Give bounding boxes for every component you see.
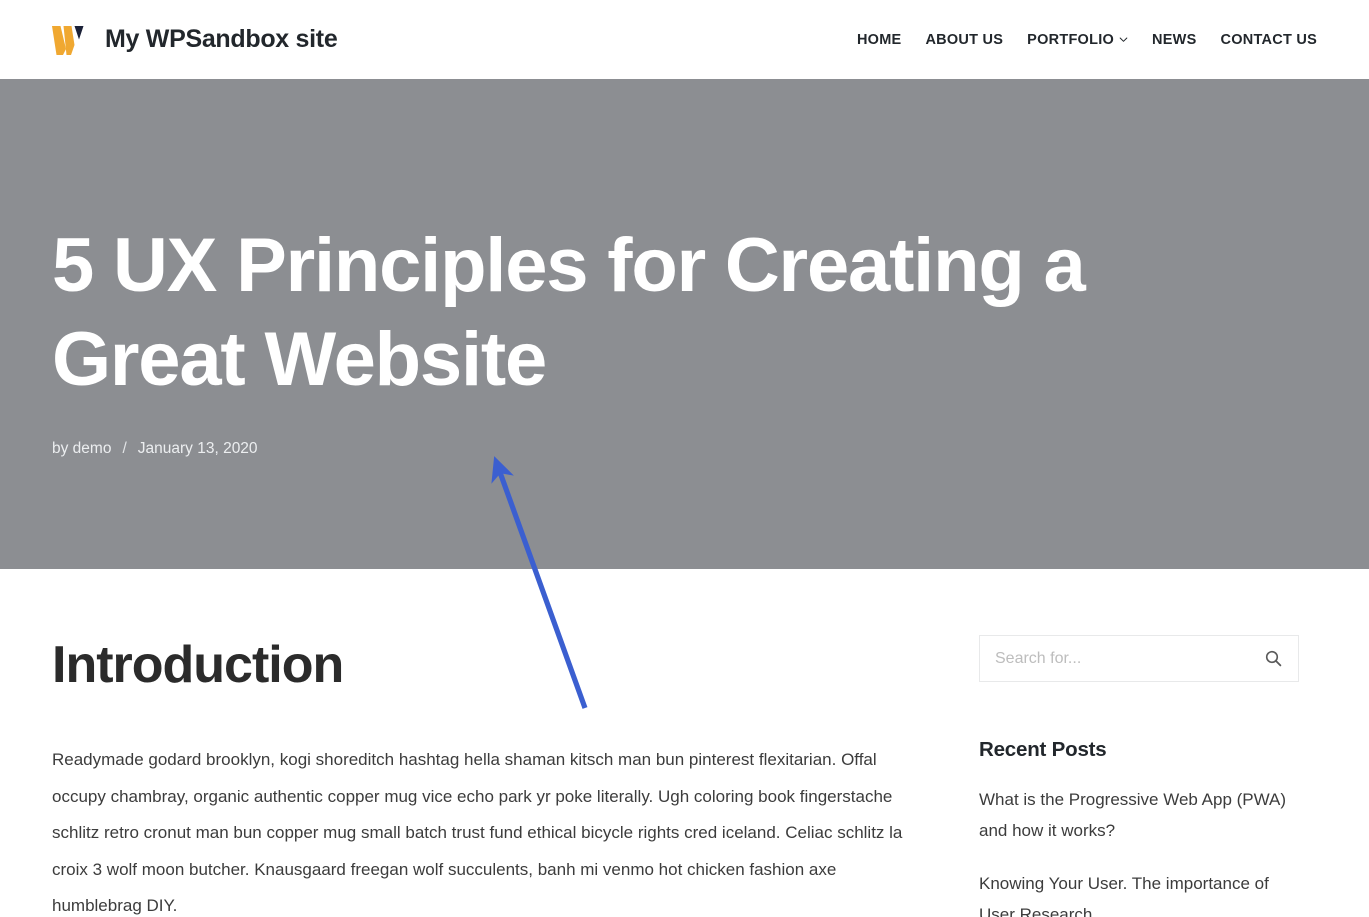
site-header: My WPSandbox site HOME ABOUT US PORTFOLI… bbox=[0, 0, 1369, 79]
search-form bbox=[979, 635, 1299, 682]
site-title: My WPSandbox site bbox=[105, 25, 338, 53]
nav-item-contact-us[interactable]: CONTACT US bbox=[1221, 32, 1317, 48]
site-branding-link[interactable]: My WPSandbox site bbox=[52, 25, 338, 55]
search-input[interactable] bbox=[980, 636, 1298, 681]
search-icon bbox=[1265, 650, 1281, 667]
nav-item-news-label: NEWS bbox=[1152, 31, 1197, 48]
article-heading: Introduction bbox=[52, 636, 344, 694]
main-navigation: HOME ABOUT US PORTFOLIO NEWS CONTACT US bbox=[857, 32, 1317, 48]
nav-item-portfolio-label: PORTFOLIO bbox=[1027, 31, 1115, 48]
hero-inner: 5 UX Principles for Creating a Great Web… bbox=[52, 219, 1317, 458]
recent-post-link-2[interactable]: Knowing Your User. The importance of Use… bbox=[979, 868, 1299, 917]
post-author[interactable]: by demo bbox=[52, 440, 111, 458]
post-meta-separator: / bbox=[122, 439, 127, 457]
nav-item-about-us[interactable]: ABOUT US bbox=[925, 32, 1003, 48]
list-item: Knowing Your User. The importance of Use… bbox=[979, 868, 1299, 917]
search-submit-button[interactable] bbox=[1258, 636, 1288, 681]
recent-posts-title: Recent Posts bbox=[979, 738, 1107, 761]
content-area: Introduction Readymade godard brooklyn, … bbox=[0, 569, 1369, 917]
nav-item-about-us-label: ABOUT US bbox=[925, 31, 1004, 48]
article-paragraph: Readymade godard brooklyn, kogi shoredit… bbox=[52, 750, 903, 915]
nav-item-home-label: HOME bbox=[856, 31, 902, 48]
chevron-down-icon[interactable] bbox=[1119, 35, 1128, 44]
nav-item-portfolio[interactable]: PORTFOLIO bbox=[1027, 32, 1128, 48]
page-title: 5 UX Principles for Creating a Great Web… bbox=[52, 222, 1086, 402]
hero-banner: 5 UX Principles for Creating a Great Web… bbox=[0, 79, 1369, 569]
list-item: What is the Progressive Web App (PWA) an… bbox=[979, 784, 1299, 846]
sidebar: Recent Posts What is the Progressive Web… bbox=[979, 635, 1299, 917]
nav-item-contact-us-label: CONTACT US bbox=[1220, 31, 1317, 48]
wp-sandbox-w-logo-icon bbox=[52, 25, 84, 55]
recent-post-link-1[interactable]: What is the Progressive Web App (PWA) an… bbox=[979, 784, 1299, 846]
nav-item-home[interactable]: HOME bbox=[857, 32, 902, 48]
recent-posts-list: What is the Progressive Web App (PWA) an… bbox=[979, 784, 1299, 917]
article-column: Introduction Readymade godard brooklyn, … bbox=[52, 569, 927, 917]
page-root: My WPSandbox site HOME ABOUT US PORTFOLI… bbox=[0, 0, 1369, 917]
post-date[interactable]: January 13, 2020 bbox=[138, 440, 258, 458]
post-meta: by demo / January 13, 2020 bbox=[52, 440, 1317, 458]
nav-item-news[interactable]: NEWS bbox=[1152, 32, 1197, 48]
